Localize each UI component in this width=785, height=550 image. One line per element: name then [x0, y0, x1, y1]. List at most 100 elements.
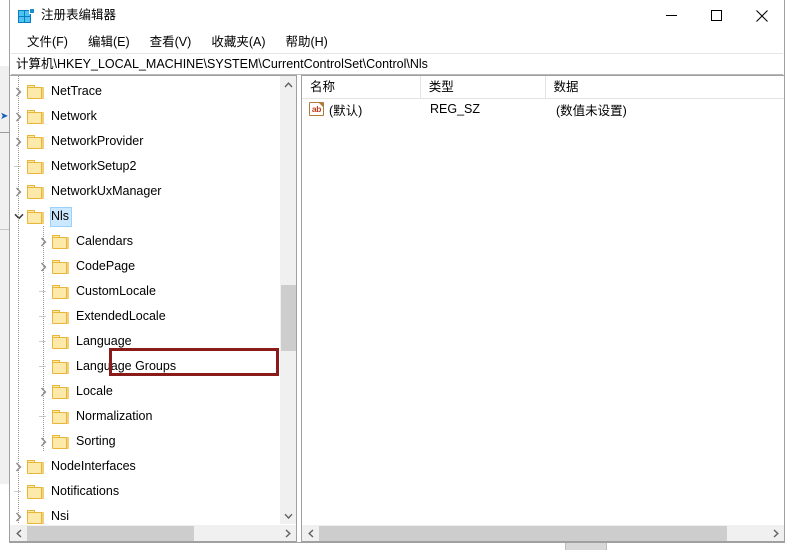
- chevron-right-icon[interactable]: [279, 525, 296, 541]
- menu-bar: 文件(F) 编辑(E) 查看(V) 收藏夹(A) 帮助(H): [10, 31, 784, 53]
- column-header-name[interactable]: 名称: [302, 76, 421, 98]
- tree-item-customlocale[interactable]: CustomLocale: [10, 279, 296, 304]
- bottom-taskbar-sliver: [0, 543, 785, 550]
- chevron-right-icon[interactable]: [767, 525, 784, 541]
- table-row[interactable]: ab (默认) REG_SZ (数值未设置): [302, 99, 784, 119]
- menu-item-file[interactable]: 文件(F): [19, 32, 76, 52]
- tree-horizontal-scrollbar-thumb[interactable]: [27, 526, 194, 541]
- tree-item-label: CustomLocale: [76, 283, 156, 298]
- list-column-headers: 名称 类型 数据: [302, 76, 784, 99]
- tree-item-network[interactable]: Network: [10, 104, 296, 129]
- string-value-icon: ab: [309, 102, 324, 116]
- column-header-type[interactable]: 类型: [421, 76, 546, 98]
- menu-item-edit[interactable]: 编辑(E): [80, 32, 138, 52]
- folder-icon: [52, 284, 69, 299]
- tree-item-label: Locale: [76, 383, 113, 398]
- folder-icon: [52, 359, 69, 374]
- tree-item-nettrace[interactable]: NetTrace: [10, 79, 296, 104]
- content-area: NetTrace Network NetworkProvider NetworkSet…: [10, 75, 784, 542]
- value-type-cell: REG_SZ: [430, 102, 481, 116]
- title-bar[interactable]: 注册表编辑器: [10, 0, 784, 31]
- value-name-cell: ab (默认): [302, 100, 422, 119]
- chevron-down-icon[interactable]: [280, 507, 296, 524]
- value-name-text: (默认): [329, 103, 363, 118]
- tree-guide-line: [18, 76, 19, 524]
- tree-item-notifications[interactable]: Notifications: [10, 479, 296, 504]
- chevron-left-icon[interactable]: [302, 525, 319, 541]
- registry-values-list: ab (默认) REG_SZ (数值未设置): [302, 99, 784, 524]
- tree-guide-line: [43, 226, 44, 451]
- chevron-left-icon[interactable]: [10, 525, 27, 541]
- window-title: 注册表编辑器: [41, 8, 117, 22]
- folder-icon: [27, 209, 44, 224]
- tree-vertical-scrollbar[interactable]: [279, 76, 296, 524]
- list-horizontal-scrollbar[interactable]: [302, 524, 784, 541]
- menu-item-help[interactable]: 帮助(H): [277, 32, 335, 52]
- value-data-cell: (数值未设置): [556, 103, 627, 118]
- tree-item-nsi[interactable]: Nsi: [10, 504, 296, 524]
- tree-item-networkuxmanager[interactable]: NetworkUxManager: [10, 179, 296, 204]
- folder-icon: [27, 159, 44, 174]
- chevron-up-icon[interactable]: [280, 76, 296, 93]
- tree-item-label: Calendars: [76, 233, 133, 248]
- menu-item-favorites[interactable]: 收藏夹(A): [203, 32, 273, 52]
- registry-editor-icon: [18, 7, 35, 24]
- tree-item-label: Notifications: [51, 483, 120, 498]
- folder-icon: [52, 259, 69, 274]
- list-horizontal-scrollbar-thumb[interactable]: [319, 526, 727, 541]
- folder-icon: [27, 509, 44, 524]
- minimize-button[interactable]: [649, 0, 694, 31]
- maximize-button[interactable]: [694, 0, 739, 31]
- tree-item-language-groups[interactable]: Language Groups: [10, 354, 296, 379]
- address-path-text: 计算机\HKEY_LOCAL_MACHINE\SYSTEM\CurrentCon…: [16, 57, 428, 71]
- tree-item-label: NodeInterfaces: [51, 458, 136, 473]
- tree-item-nls[interactable]: Nls: [10, 204, 296, 229]
- tree-item-sorting[interactable]: Sorting: [10, 429, 296, 454]
- tree-item-locale[interactable]: Locale: [10, 379, 296, 404]
- folder-icon: [52, 434, 69, 449]
- tree-horizontal-scrollbar[interactable]: [10, 524, 296, 541]
- tree-item-networkprovider[interactable]: NetworkProvider: [10, 129, 296, 154]
- tree-item-label: CodePage: [76, 258, 136, 273]
- tree-item-label: Nsi: [51, 508, 70, 523]
- tree-item-label: NetworkUxManager: [51, 183, 162, 198]
- folder-icon: [52, 234, 69, 249]
- folder-icon: [27, 184, 44, 199]
- tree-item-language[interactable]: Language: [10, 329, 296, 354]
- tree-item-label: Nls: [50, 206, 73, 227]
- registry-tree-pane: NetTrace Network NetworkProvider NetworkSet…: [10, 75, 297, 542]
- window-controls: [649, 0, 784, 31]
- folder-icon: [52, 384, 69, 399]
- tree-item-codepage[interactable]: CodePage: [10, 254, 296, 279]
- folder-icon: [52, 409, 69, 424]
- close-button[interactable]: [739, 0, 784, 31]
- folder-icon: [27, 84, 44, 99]
- taskbar-segment[interactable]: [565, 543, 607, 550]
- folder-icon: [27, 459, 44, 474]
- registry-tree: NetTrace Network NetworkProvider NetworkSet…: [10, 76, 296, 524]
- folder-icon: [27, 134, 44, 149]
- registry-editor-window: 注册表编辑器 文件(F) 编辑(E) 查看(V) 收藏夹(A) 帮助(H) 计算…: [9, 0, 785, 543]
- column-header-data[interactable]: 数据: [546, 76, 784, 98]
- tree-item-networksetup2[interactable]: NetworkSetup2: [10, 154, 296, 179]
- tree-item-label: Sorting: [76, 433, 116, 448]
- tree-item-nodeinterfaces[interactable]: NodeInterfaces: [10, 454, 296, 479]
- folder-icon: [52, 334, 69, 349]
- tree-item-calendars[interactable]: Calendars: [10, 229, 296, 254]
- tree-item-label: Language: [76, 333, 132, 348]
- tree-vertical-scrollbar-thumb[interactable]: [281, 285, 296, 351]
- tree-item-label: NetworkSetup2: [51, 158, 137, 173]
- menu-item-view[interactable]: 查看(V): [142, 32, 200, 52]
- tree-item-label: Language Groups: [76, 358, 177, 373]
- folder-icon: [27, 484, 44, 499]
- tree-item-label: ExtendedLocale: [76, 308, 166, 323]
- address-bar[interactable]: 计算机\HKEY_LOCAL_MACHINE\SYSTEM\CurrentCon…: [11, 53, 783, 75]
- folder-icon: [52, 309, 69, 324]
- tree-item-normalization[interactable]: Normalization: [10, 404, 296, 429]
- tree-scroll-area: NetTrace Network NetworkProvider NetworkSet…: [10, 76, 296, 524]
- desktop-background: ➤ 注册表编辑器 文件(F) 编辑(E) 查看(V) 收藏夹(A) 帮助(H) …: [0, 0, 785, 550]
- tree-item-label: Normalization: [76, 408, 153, 423]
- tree-item-extendedlocale[interactable]: ExtendedLocale: [10, 304, 296, 329]
- tree-item-label: NetTrace: [51, 83, 102, 98]
- tree-item-label: NetworkProvider: [51, 133, 144, 148]
